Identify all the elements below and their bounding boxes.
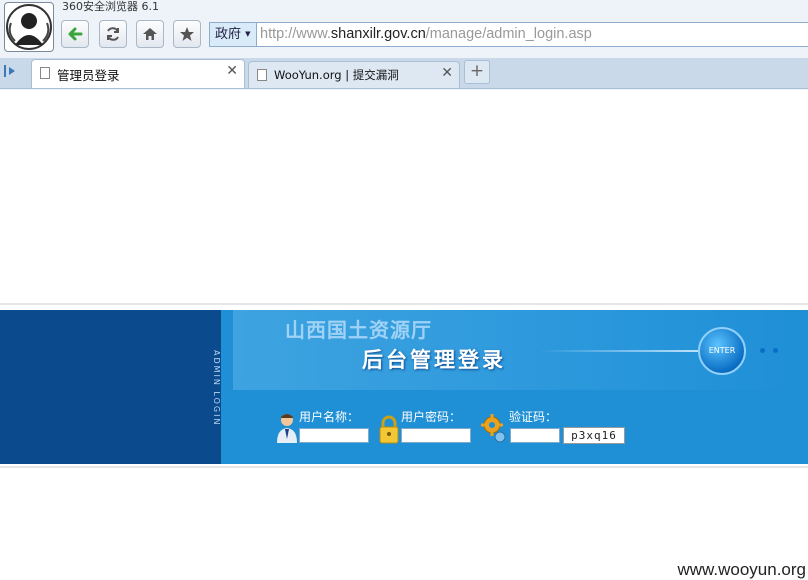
user-icon [277,414,297,443]
decorative-dot [773,348,778,353]
admin-login-side-text: ADMIN LOGIN [205,350,225,430]
url-prefix: http://www. [260,26,331,42]
back-arrow-icon [68,27,83,41]
username-label: 用户名称： [299,410,360,424]
banner-side-panel [0,310,221,464]
page-icon [257,69,267,81]
password-input[interactable] [401,428,471,443]
home-icon [143,28,157,40]
user-avatar-icon[interactable] [4,2,54,52]
gear-icon [481,414,506,443]
watermark: www.wooyun.org [677,560,806,579]
url-domain: shanxilr.gov.cn [330,26,426,42]
enter-button[interactable]: ENTER [698,327,746,375]
page-icon [40,67,50,79]
tab-label: 管理员登录 [57,68,120,83]
address-badge-label: 政府 [215,27,242,42]
org-title: 山西国土资源厅 [285,318,432,342]
chevron-down-icon: ▼ [245,30,251,38]
sidebar-toggle-icon[interactable] [3,63,21,79]
enter-label: ENTER [708,346,736,355]
side-text: ADMIN LOGIN [212,350,221,427]
app-title: 360安全浏览器 6.1 [62,0,159,13]
plus-icon: + [469,61,485,81]
browser-chrome: 360安全浏览器 6.1 政府 ▼ http://www.shanxilr.go… [0,0,808,90]
url-text[interactable]: http://www.shanxilr.gov.cn/manage/admin_… [260,23,592,46]
refresh-icon [107,27,119,41]
login-banner: ADMIN LOGIN 山西国土资源厅 后台管理登录 ENTER 用户名称： 用… [0,310,808,464]
address-bar[interactable]: 政府 ▼ http://www.shanxilr.gov.cn/manage/a… [209,22,808,47]
address-badge[interactable]: 政府 ▼ [210,23,257,46]
divider-bottom [0,466,808,468]
close-icon[interactable]: ✕ [441,65,453,81]
lock-icon [379,415,399,444]
star-icon [180,27,194,41]
close-icon[interactable]: ✕ [226,63,238,79]
back-button[interactable] [61,20,89,48]
new-tab-button[interactable]: + [464,60,490,84]
tab-label: WooYun.org | 提交漏洞 [274,68,399,82]
username-input[interactable] [299,428,369,443]
refresh-button[interactable] [99,20,127,48]
login-title: 后台管理登录 [362,347,506,372]
tab-wooyun[interactable]: WooYun.org | 提交漏洞 ✕ [248,61,460,88]
url-path: /manage/admin_login.asp [425,26,592,42]
divider-top [0,303,808,305]
captcha-input[interactable] [510,428,560,443]
password-label: 用户密码： [401,410,462,424]
home-button[interactable] [136,20,164,48]
tab-admin-login[interactable]: 管理员登录 ✕ [31,59,245,88]
captcha-label: 验证码： [509,410,558,424]
favorite-button[interactable] [173,20,201,48]
decorative-line [540,350,700,352]
decorative-dot [760,348,765,353]
captcha-image[interactable]: p3xq16 [563,427,625,444]
